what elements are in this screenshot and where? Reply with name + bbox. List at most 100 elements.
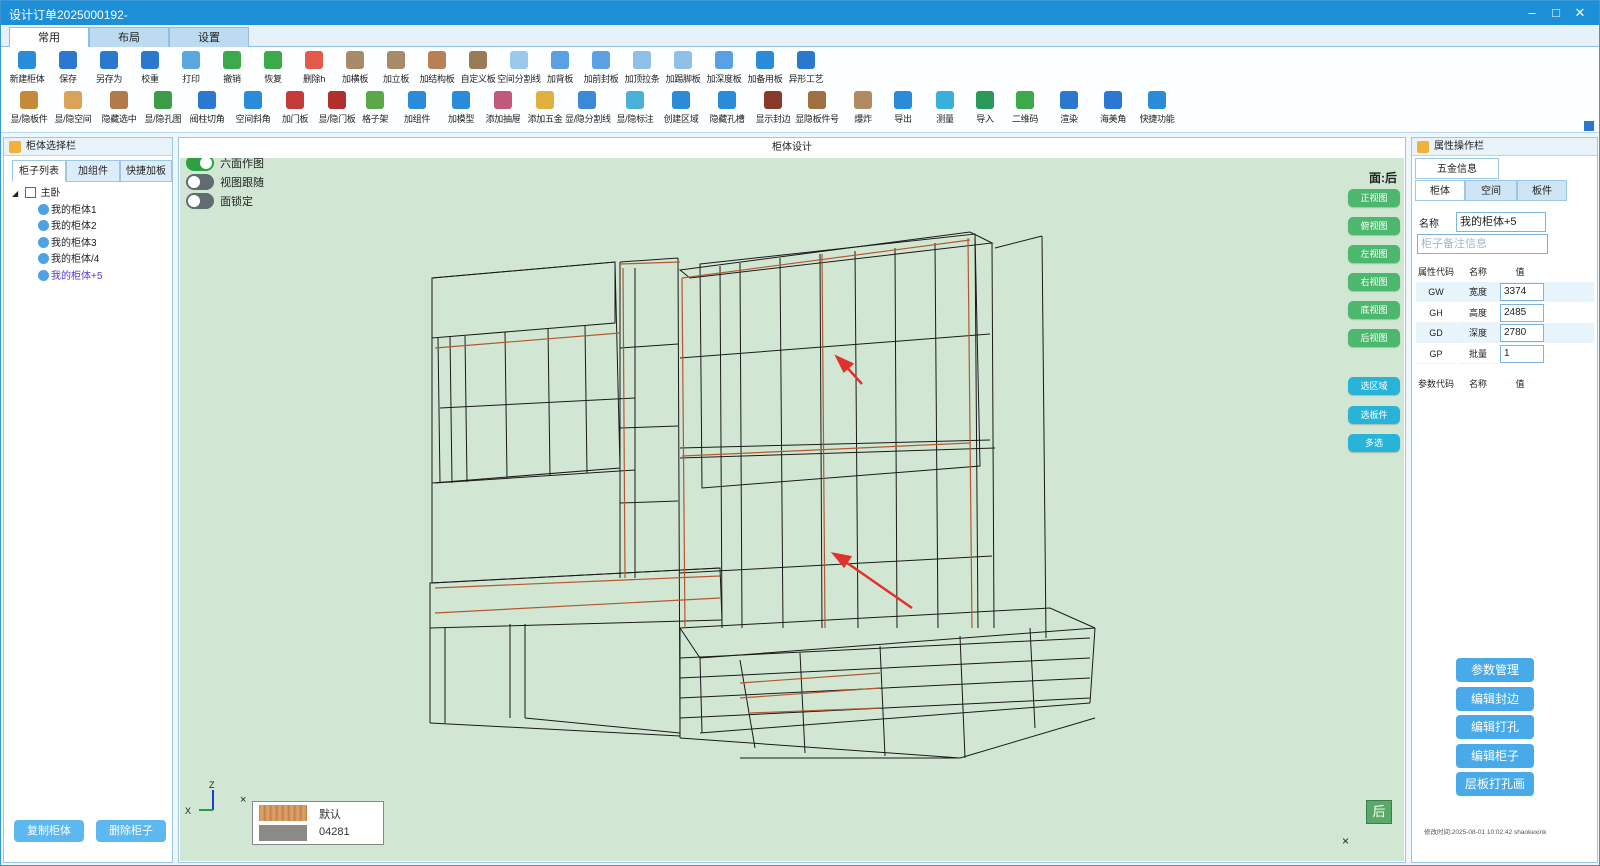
toolbar-button[interactable]: 渲染 — [1047, 89, 1091, 127]
tab-settings[interactable]: 设置 — [169, 27, 249, 47]
switch-off[interactable] — [186, 193, 214, 209]
property-value-field[interactable]: 2780 — [1500, 324, 1544, 342]
maximize-button[interactable]: □ — [1545, 3, 1567, 23]
edit-edge-button[interactable]: 编辑封边 — [1456, 687, 1534, 711]
toolbar-button[interactable]: 加背板 — [538, 49, 582, 87]
toolbar-button[interactable]: 删除h — [292, 49, 336, 87]
toolbar-button[interactable]: 空间分割线 — [497, 49, 541, 87]
tab-board[interactable]: 板件 — [1517, 180, 1567, 201]
remark-field[interactable]: 柜子备注信息 — [1417, 234, 1548, 254]
toolbar-button[interactable]: 创建区域 — [659, 89, 703, 127]
toolbar-button[interactable]: 隐藏孔槽 — [705, 89, 749, 127]
property-value-field[interactable]: 3374 — [1500, 283, 1544, 301]
toolbar-button[interactable]: 显/隐空间 — [51, 89, 95, 127]
toolbar-button[interactable]: 导出 — [881, 89, 925, 127]
left-view-button[interactable]: 左视图 — [1348, 245, 1400, 263]
tab-hardware-info[interactable]: 五金信息 — [1415, 158, 1499, 179]
property-value-field[interactable]: 2485 — [1500, 303, 1544, 322]
back-view-button[interactable]: 后视图 — [1348, 329, 1400, 347]
toolbar-button[interactable]: 导入 — [963, 89, 1007, 127]
tree-item-selected[interactable]: 我的柜体+5 — [12, 269, 168, 286]
close-button[interactable]: ✕ — [1569, 3, 1591, 23]
toolbar-button[interactable]: 快捷功能 — [1135, 89, 1179, 127]
toggle-six-face-drawing[interactable]: 六面作图 — [186, 158, 264, 171]
tree-item[interactable]: 我的柜体2 — [12, 219, 168, 236]
toolbar-button[interactable]: 自定义板 — [456, 49, 500, 87]
toolbar-button[interactable]: 新建柜体 — [5, 49, 49, 87]
material-row[interactable]: 默认 — [259, 804, 381, 822]
name-field[interactable]: 我的柜体+5 — [1456, 212, 1546, 232]
toolbar-button[interactable]: 显/隐分割线 — [565, 89, 611, 127]
toolbar-button[interactable]: 显示封边 — [751, 89, 795, 127]
toolbar-button[interactable]: 阀柱切角 — [185, 89, 229, 127]
toolbar-button[interactable]: 显/隐标注 — [613, 89, 657, 127]
toolbar-button[interactable]: 二维码 — [1003, 89, 1047, 127]
tree-item[interactable]: 我的柜体3 — [12, 236, 168, 253]
tab-quick-board[interactable]: 快捷加板 — [120, 160, 172, 182]
toolbar-button[interactable]: 另存为 — [87, 49, 131, 87]
toolbar-button[interactable]: 加横板 — [333, 49, 377, 87]
collapse-icon[interactable]: ◢ — [12, 186, 22, 202]
toolbar-button[interactable]: 加备用板 — [743, 49, 787, 87]
toolbar-button[interactable]: 加门板 — [273, 89, 317, 127]
toolbar-button[interactable]: 显/隐板件 — [7, 89, 51, 127]
tab-layout[interactable]: 布局 — [89, 27, 169, 47]
toolbar-button[interactable]: 加模型 — [439, 89, 483, 127]
switch-off[interactable] — [186, 174, 214, 190]
toolbar-button[interactable]: 格子架 — [353, 89, 397, 127]
toolbar-button[interactable]: 空间斜角 — [231, 89, 275, 127]
minimize-button[interactable]: – — [1521, 3, 1543, 23]
toolbar-button[interactable]: 加踢脚板 — [661, 49, 705, 87]
close-viewport-icon[interactable]: × — [1342, 834, 1349, 848]
close-gizmo-icon[interactable]: × — [240, 794, 246, 806]
material-row[interactable]: 04281 — [259, 824, 381, 842]
3d-viewport[interactable]: 六面作图 视图跟随 面锁定 面:后 正视图 俯视图 左视图 右视图 底视图 后视… — [180, 158, 1404, 861]
edit-cabinet-button[interactable]: 编辑柜子 — [1456, 744, 1534, 768]
toolbar-button[interactable]: 加顶拉条 — [620, 49, 664, 87]
front-view-button[interactable]: 正视图 — [1348, 189, 1400, 207]
toggle-face-lock[interactable]: 面锁定 — [186, 193, 253, 209]
edit-drill-button[interactable]: 编辑打孔 — [1456, 715, 1534, 739]
toolbar-button[interactable]: 加立板 — [374, 49, 418, 87]
toolbar-button[interactable]: 显隐板件号 — [795, 89, 839, 127]
property-value-field[interactable]: 1 — [1500, 344, 1544, 363]
toolbar-button[interactable]: 测量 — [923, 89, 967, 127]
tree-root[interactable]: ◢ 主卧 — [12, 186, 168, 203]
toolbar-button[interactable]: 加前封板 — [579, 49, 623, 87]
tab-cabinet-list[interactable]: 柜子列表 — [12, 160, 66, 182]
toolbar-button[interactable]: 异形工艺 — [784, 49, 828, 87]
toolbar-button[interactable]: 海美角 — [1091, 89, 1135, 127]
toolbar-button[interactable]: 添加抽屉 — [481, 89, 525, 127]
bottom-view-button[interactable]: 底视图 — [1348, 301, 1400, 319]
right-view-button[interactable]: 右视图 — [1348, 273, 1400, 291]
toolbar-button[interactable]: 加结构板 — [415, 49, 459, 87]
param-manage-button[interactable]: 参数管理 — [1456, 658, 1534, 682]
tab-cabinet[interactable]: 柜体 — [1415, 180, 1465, 201]
toggle-view-follow[interactable]: 视图跟随 — [186, 174, 264, 190]
multi-select-button[interactable]: 多选 — [1348, 434, 1400, 452]
copy-cabinet-button[interactable]: 复制柜体 — [14, 820, 84, 842]
toolbar-button[interactable]: 加深度板 — [702, 49, 746, 87]
toolbar-button[interactable]: 隐藏选中 — [97, 89, 141, 127]
toolbar-button[interactable]: 爆炸 — [841, 89, 885, 127]
tab-common[interactable]: 常用 — [9, 27, 89, 48]
back-view-cube[interactable]: 后 — [1366, 800, 1392, 824]
tab-space[interactable]: 空间 — [1465, 180, 1517, 201]
toolbar-button[interactable]: 打印 — [169, 49, 213, 87]
switch-on[interactable] — [186, 158, 214, 171]
tree-item[interactable]: 我的柜体/4 — [12, 252, 168, 269]
toolbar-button[interactable]: 显/隐孔图 — [141, 89, 185, 127]
select-area-button[interactable]: 选区域 — [1348, 377, 1400, 395]
delete-cabinet-button[interactable]: 删除柜子 — [96, 820, 166, 842]
tab-add-component[interactable]: 加组件 — [66, 160, 120, 182]
toolbar-button[interactable]: 撤销 — [210, 49, 254, 87]
toolbar-button[interactable]: 保存 — [46, 49, 90, 87]
toolbar-button[interactable]: 加组件 — [395, 89, 439, 127]
select-board-button[interactable]: 选板件 — [1348, 406, 1400, 424]
toolbar-button[interactable]: 校重 — [128, 49, 172, 87]
grid-icon[interactable] — [1584, 121, 1594, 131]
tree-item[interactable]: 我的柜体1 — [12, 203, 168, 220]
toolbar-button[interactable]: 添加五金 — [523, 89, 567, 127]
top-view-button[interactable]: 俯视图 — [1348, 217, 1400, 235]
toolbar-button[interactable]: 恢复 — [251, 49, 295, 87]
